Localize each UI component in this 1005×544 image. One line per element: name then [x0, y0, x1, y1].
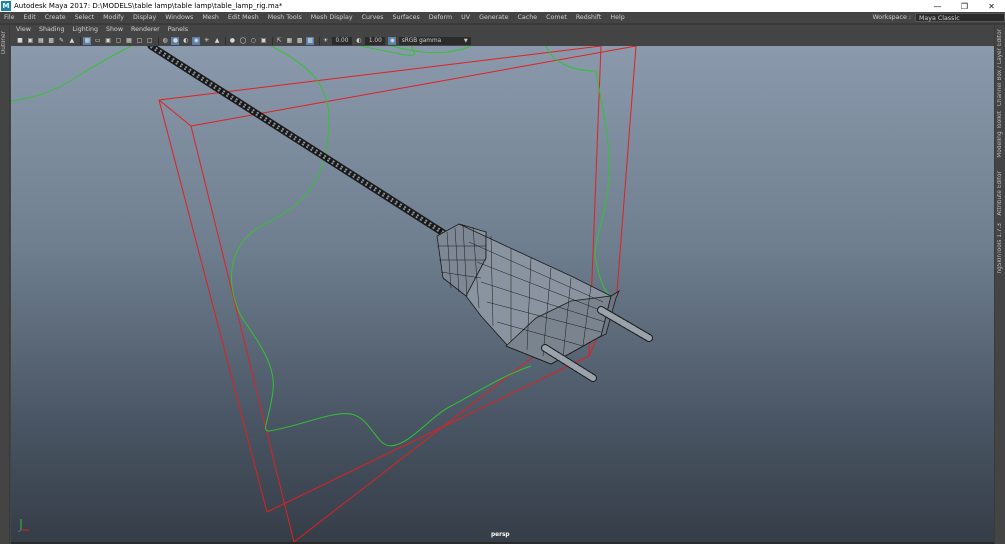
maya-window: M Autodesk Maya 2017: D:\MODELS\table la…	[0, 0, 1005, 544]
outliner-strip[interactable]: Outliner	[0, 25, 10, 544]
menu-curves[interactable]: Curves	[358, 12, 389, 23]
motion-blur-icon[interactable]: ◯	[239, 37, 247, 45]
menu-modify[interactable]: Modify	[99, 12, 129, 23]
toolbar-separator	[158, 36, 160, 45]
menu-redshift[interactable]: Redshift	[572, 12, 607, 23]
panel-menu-show[interactable]: Show	[102, 25, 127, 35]
menu-help[interactable]: Help	[606, 12, 629, 23]
menu-edit[interactable]: Edit	[20, 12, 41, 23]
2d-pan-zoom-icon[interactable]: ▲	[68, 37, 76, 45]
menu-surfaces[interactable]: Surfaces	[388, 12, 424, 23]
color-management-icon[interactable]: ◉	[388, 36, 397, 45]
menu-display[interactable]: Display	[129, 12, 161, 23]
safe-action-icon[interactable]: □	[135, 37, 143, 45]
perspective-viewport[interactable]: persp	[11, 46, 994, 542]
film-gate-icon[interactable]: ▭	[94, 37, 102, 45]
menu-uv[interactable]: UV	[457, 12, 475, 23]
menu-mesh-display[interactable]: Mesh Display	[307, 12, 358, 23]
panel-menu-renderer[interactable]: Renderer	[127, 25, 164, 35]
menu-windows[interactable]: Windows	[161, 12, 198, 23]
tab-attribute-editor[interactable]: Attribute Editor	[997, 171, 1003, 216]
panel-menu-view[interactable]: View	[11, 25, 35, 35]
title-bar: M Autodesk Maya 2017: D:\MODELS\table la…	[0, 0, 1005, 12]
outliner-tab[interactable]: Outliner	[1, 31, 7, 54]
menu-create[interactable]: Create	[41, 12, 71, 23]
toolbar-separator	[318, 36, 320, 45]
panel-menu-panels[interactable]: Panels	[164, 25, 192, 35]
screen-space-ao-icon[interactable]: ●	[228, 37, 236, 45]
use-all-lights-icon[interactable]: ✳	[203, 37, 211, 45]
field-chart-icon[interactable]: ▦	[125, 37, 133, 45]
wireframe-on-shaded-icon[interactable]: ◐	[182, 37, 190, 45]
select-camera-icon[interactable]: ■	[16, 37, 24, 45]
camera-attributes-icon[interactable]: ▣	[26, 37, 34, 45]
menu-comet[interactable]: Comet	[542, 12, 572, 23]
multisample-aa-icon[interactable]: ○	[249, 37, 257, 45]
shadows-icon[interactable]: ▲	[213, 37, 221, 45]
toolbar-separator	[225, 36, 227, 45]
panel-toolbar: ■ ▣ ▦ ▩ ✎ ▲ ▦ ▭ ▣ ▢ ▦ □ □ ◍ ● ◐ ◉ ✳ ▲ ● …	[11, 35, 994, 46]
menu-file[interactable]: File	[0, 12, 20, 23]
menu-deform[interactable]: Deform	[425, 12, 457, 23]
xray-active-components-icon[interactable]: ▩	[306, 36, 315, 45]
panel-menu-bar: View Shading Lighting Show Renderer Pane…	[11, 25, 994, 35]
smooth-shade-icon[interactable]: ●	[171, 36, 180, 45]
safe-title-icon[interactable]: □	[146, 37, 154, 45]
menu-edit-mesh[interactable]: Edit Mesh	[224, 12, 264, 23]
green-curve	[11, 46, 612, 447]
isolate-select-icon[interactable]: ⇱	[275, 37, 283, 45]
depth-of-field-icon[interactable]: ▣	[260, 37, 268, 45]
xray-joints-icon[interactable]: ▩	[296, 37, 304, 45]
gate-mask-icon[interactable]: ▢	[115, 37, 123, 45]
workspace-label: Workspace :	[872, 14, 911, 21]
grease-pencil-icon[interactable]: ✎	[58, 37, 66, 45]
bookmark-icon[interactable]: ▦	[37, 37, 45, 45]
menu-mesh[interactable]: Mesh	[198, 12, 224, 23]
menu-select[interactable]: Select	[71, 12, 99, 23]
toolbar-separator	[80, 36, 82, 45]
window-title: Autodesk Maya 2017: D:\MODELS\table lamp…	[14, 2, 283, 10]
tab-channel-box[interactable]: Channel Box / Layer Editor	[997, 29, 1003, 106]
exposure-icon[interactable]: ☀	[322, 37, 330, 45]
tab-ngskintools[interactable]: ngSkinTools 1.7.3	[997, 223, 1003, 274]
plug-body	[436, 223, 653, 382]
viewport-scene	[11, 46, 653, 542]
window-controls: — ❐ ✕	[924, 0, 1005, 12]
color-space-value: sRGB gamma	[401, 37, 442, 44]
xray-icon[interactable]: ▦	[285, 37, 293, 45]
power-cable	[147, 46, 460, 245]
grid-icon[interactable]: ▦	[83, 36, 92, 45]
panel-menu-lighting[interactable]: Lighting	[69, 25, 102, 35]
menu-mesh-tools[interactable]: Mesh Tools	[264, 12, 307, 23]
minimize-icon[interactable]: —	[924, 0, 951, 12]
axis-gizmo-icon	[17, 516, 31, 532]
workspace-selector: Workspace : Maya Classic	[872, 12, 1005, 23]
toolbar-separator	[271, 36, 273, 45]
tab-modeling-toolkit[interactable]: Modeling Toolkit	[997, 111, 1003, 158]
camera-name-label: persp	[491, 532, 510, 538]
menu-cache[interactable]: Cache	[513, 12, 542, 23]
main-menu-bar: File Edit Create Select Modify Display W…	[0, 12, 1005, 23]
chevron-down-icon: ▼	[463, 37, 468, 44]
menu-generate[interactable]: Generate	[475, 12, 513, 23]
gamma-icon[interactable]: ◐	[355, 37, 363, 45]
image-plane-icon[interactable]: ▩	[47, 37, 55, 45]
workspace-dropdown[interactable]: Maya Classic	[915, 13, 1005, 22]
color-space-dropdown[interactable]: sRGB gamma ▼	[398, 36, 471, 45]
textured-icon[interactable]: ◉	[192, 36, 201, 45]
resolution-gate-icon[interactable]: ▣	[104, 37, 112, 45]
maya-logo-icon: M	[1, 1, 11, 11]
restore-icon[interactable]: ❐	[951, 0, 978, 12]
close-icon[interactable]: ✕	[978, 0, 1005, 12]
exposure-field[interactable]: 0.00	[331, 36, 352, 45]
right-tab-strip: Channel Box / Layer Editor Modeling Tool…	[994, 25, 1005, 544]
panel-menu-shading[interactable]: Shading	[35, 25, 69, 35]
wireframe-icon[interactable]: ◍	[161, 37, 169, 45]
gamma-field[interactable]: 1.00	[365, 36, 386, 45]
